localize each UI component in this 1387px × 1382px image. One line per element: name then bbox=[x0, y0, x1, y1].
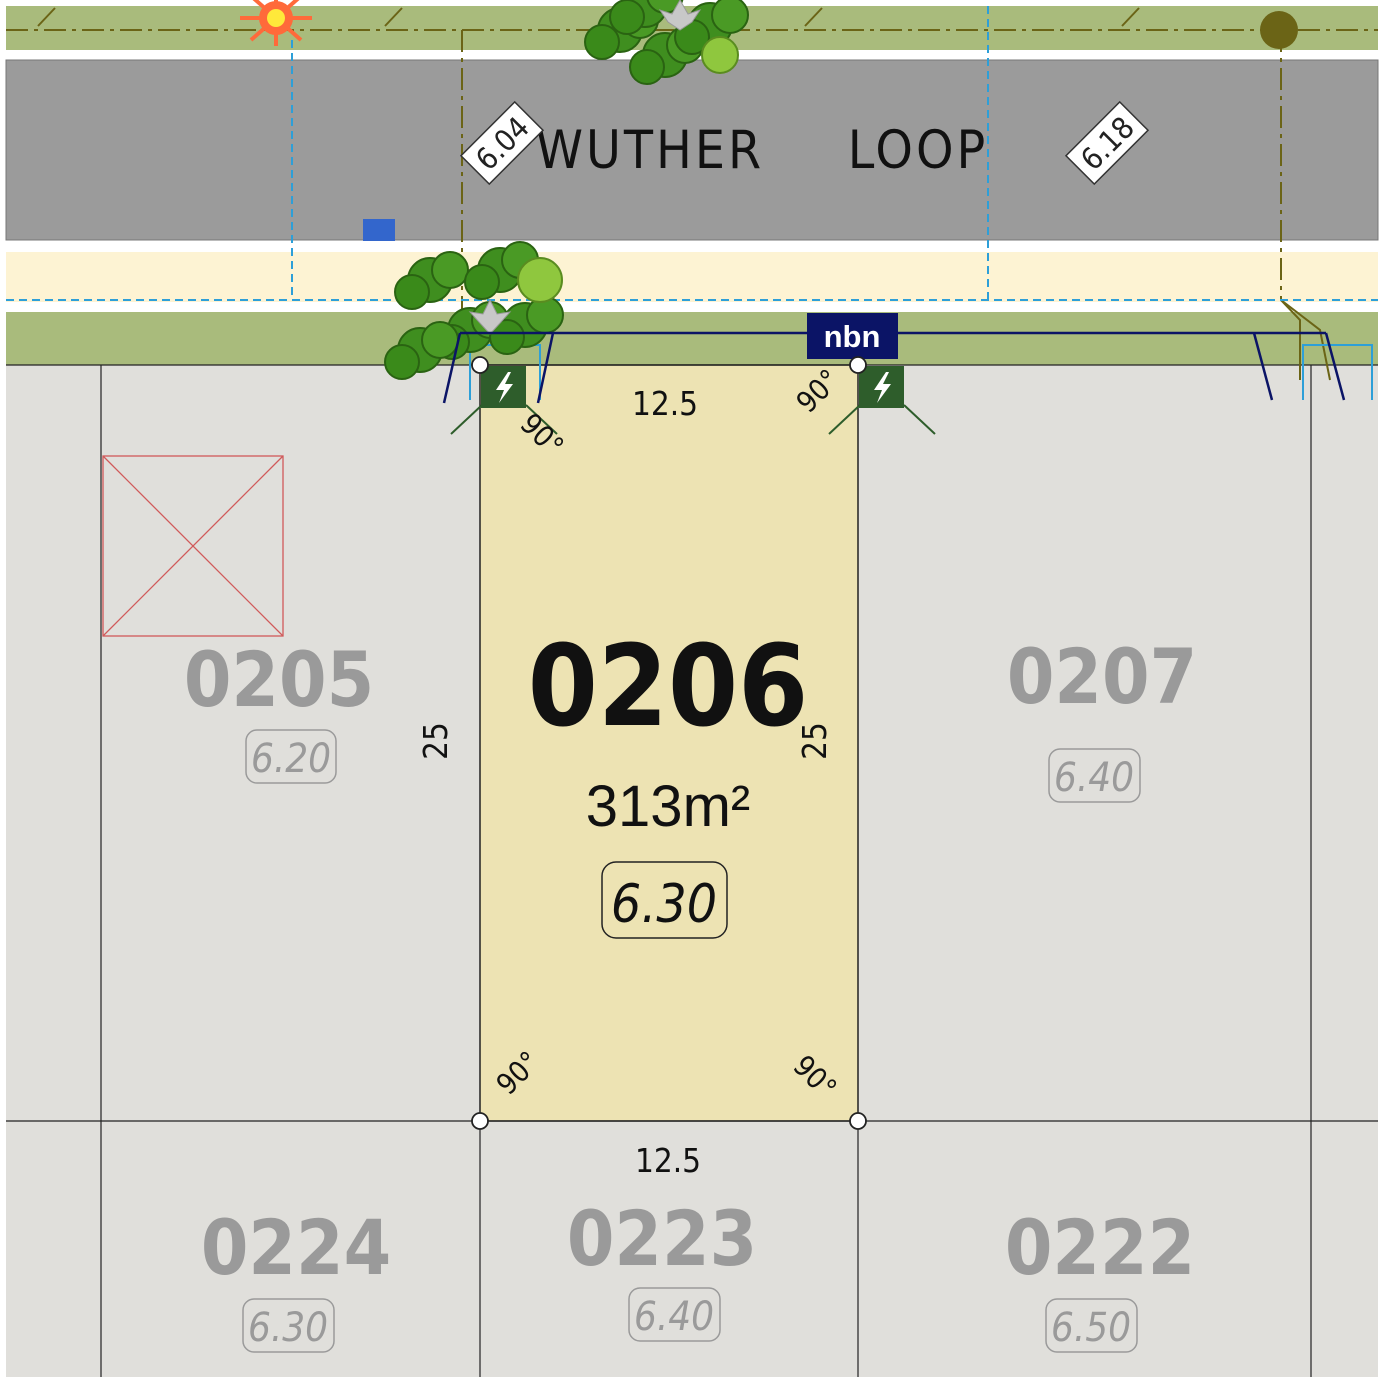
feature-lot-level: 6.30 bbox=[611, 874, 717, 935]
rear-dimension: 12.5 bbox=[635, 1141, 701, 1180]
right-depth-dimension: 25 bbox=[795, 722, 834, 760]
lot-0222-level: 6.50 bbox=[1051, 1305, 1131, 1351]
sewer-manhole-icon bbox=[1260, 11, 1298, 49]
lot-0222-number: 0222 bbox=[1005, 1203, 1195, 1292]
lot-0205-level: 6.20 bbox=[251, 736, 331, 782]
service-pit-marker bbox=[363, 219, 395, 241]
lot-0205-number: 0205 bbox=[184, 635, 374, 724]
left-depth-dimension: 25 bbox=[416, 722, 455, 760]
lot-0207-level: 6.40 bbox=[1054, 755, 1134, 801]
nbn-label: nbn bbox=[824, 319, 881, 354]
footpath bbox=[6, 252, 1378, 302]
near-verge bbox=[6, 312, 1378, 365]
frontage-dimension: 12.5 bbox=[632, 384, 698, 423]
feature-lot-number: 0206 bbox=[528, 622, 808, 752]
lot-0223-number: 0223 bbox=[567, 1194, 757, 1283]
lot-0224-number: 0224 bbox=[201, 1203, 391, 1292]
lot-plan-drawing: nbn WUTHER LOOP 6.04 6.18 0206 313m² 6.3… bbox=[0, 0, 1387, 1377]
road-name-part2: LOOP bbox=[848, 120, 988, 181]
lot-0207-number: 0207 bbox=[1007, 632, 1197, 721]
feature-lot-area: 313m² bbox=[586, 774, 750, 839]
lot-0224-level: 6.30 bbox=[248, 1305, 328, 1351]
lot-0223-level: 6.40 bbox=[634, 1294, 714, 1340]
road-name-part1: WUTHER bbox=[536, 120, 764, 181]
lot-plan: nbn WUTHER LOOP 6.04 6.18 0206 313m² 6.3… bbox=[0, 0, 1387, 1377]
